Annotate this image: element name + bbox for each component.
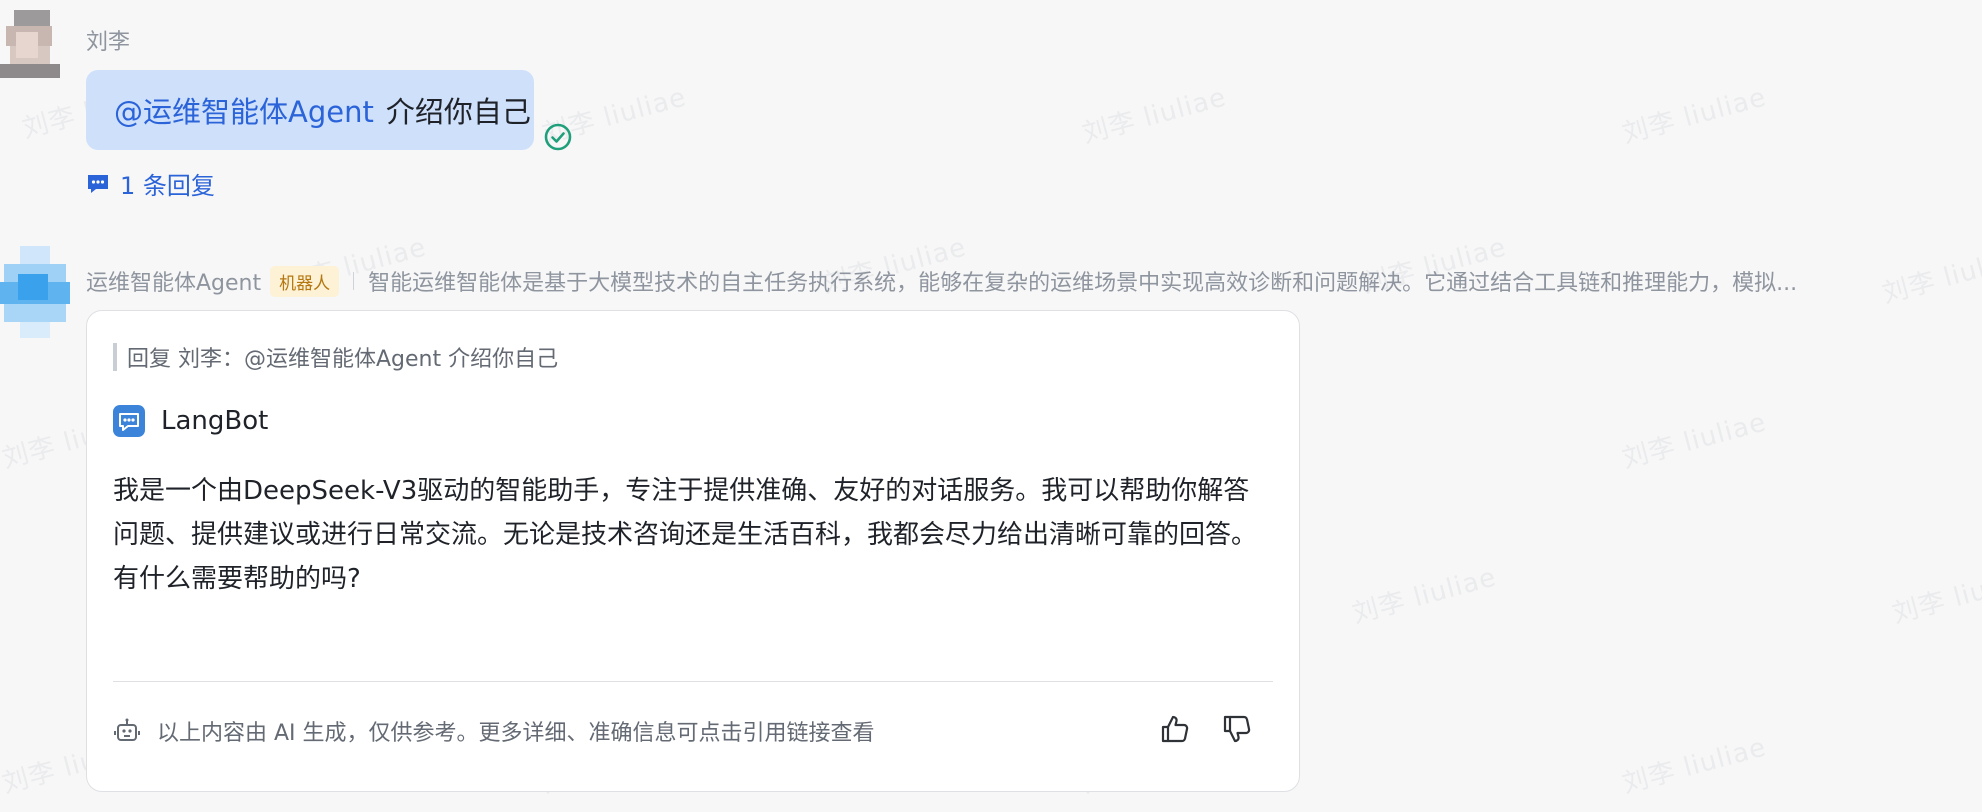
divider — [353, 272, 355, 290]
bot-message-header: 运维智能体Agent 机器人 智能运维智能体是基于大模型技术的自主任务执行系统，… — [86, 263, 1936, 299]
thumbs-down-icon[interactable] — [1221, 713, 1253, 745]
reply-text: 我是一个由DeepSeek-V3驱动的智能助手，专注于提供准确、友好的对话服务。… — [113, 476, 1258, 594]
card-title-text: LangBot — [161, 406, 269, 436]
reply-count-link[interactable]: 1 条回复 — [86, 166, 215, 201]
chat-thread: 刘李 @运维智能体Agent 介绍你自己 1 条回复 运维智能体Agent 机器… — [0, 0, 1982, 812]
check-circle-icon — [544, 123, 572, 151]
sender-name[interactable]: 刘李 — [86, 24, 130, 56]
bot-reply-card: 回复 刘李：@运维智能体Agent 介绍你自己 LangBot 我是一个由Dee… — [86, 310, 1300, 792]
message-text: 介绍你自己 — [385, 95, 531, 129]
bot-name[interactable]: 运维智能体Agent — [86, 265, 261, 297]
reply-count-label: 1 条回复 — [120, 172, 215, 200]
ai-disclaimer: 以上内容由 AI 生成，仅供参考。更多详细、准确信息可点击引用链接查看 — [113, 715, 875, 747]
mention-link[interactable]: @运维智能体Agent — [114, 89, 374, 131]
chat-bubble-icon — [88, 174, 108, 193]
bot-avatar[interactable] — [0, 246, 70, 338]
message-bubble[interactable]: @运维智能体Agent 介绍你自己 — [86, 70, 534, 150]
disclaimer-text: 以上内容由 AI 生成，仅供参考。更多详细、准确信息可点击引用链接查看 — [157, 721, 875, 746]
bot-badge: 机器人 — [270, 265, 340, 297]
robot-icon — [114, 718, 140, 741]
avatar[interactable] — [0, 10, 64, 84]
message-preview: 智能运维智能体是基于大模型技术的自主任务执行系统，能够在复杂的运维场景中实现高效… — [368, 271, 1798, 296]
thumbs-up-icon[interactable] — [1159, 713, 1191, 745]
divider — [113, 681, 1273, 682]
bot-chat-icon — [113, 405, 145, 437]
quoted-reply[interactable]: 回复 刘李：@运维智能体Agent 介绍你自己 — [113, 343, 558, 372]
card-title: LangBot — [113, 405, 268, 437]
